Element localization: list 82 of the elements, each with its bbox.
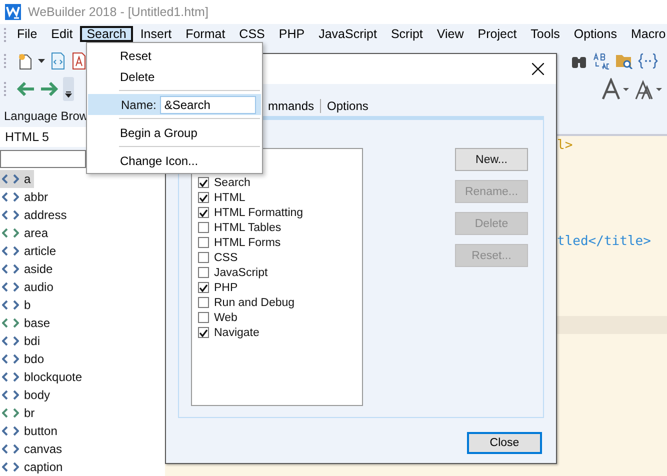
tag-list-item[interactable]: caption	[0, 458, 66, 476]
code-line: l>	[557, 138, 573, 153]
checkbox[interactable]	[198, 237, 209, 248]
checkbox[interactable]	[198, 327, 209, 338]
toolbar-name: PHP	[214, 282, 238, 294]
checkbox[interactable]	[198, 282, 209, 293]
checkbox[interactable]	[198, 192, 209, 203]
toolbar-name: Run and Debug	[214, 296, 295, 308]
menu-item[interactable]: Edit	[44, 26, 80, 42]
menu-item[interactable]: CSS	[232, 26, 272, 42]
menu-item[interactable]: Delete	[87, 66, 262, 87]
dialog-tab[interactable]: Options	[321, 99, 374, 113]
checkbox[interactable]	[198, 252, 209, 263]
back-arrow-icon[interactable]	[17, 82, 35, 96]
toolbar-name: CSS	[214, 252, 238, 264]
checkbox[interactable]	[198, 222, 209, 233]
close-button[interactable]: Close	[467, 432, 542, 454]
tag-list-item[interactable]: address	[0, 206, 70, 224]
tag-list-item[interactable]: bdi	[0, 332, 44, 350]
checkbox[interactable]	[198, 267, 209, 278]
caret-icon[interactable]	[38, 59, 45, 63]
toolbar-name: HTML Formatting	[214, 206, 304, 218]
tag-list-item[interactable]: article	[0, 242, 60, 260]
tag-list-item[interactable]: b	[0, 296, 34, 314]
folder-search-icon[interactable]	[615, 53, 633, 69]
menu-item[interactable]: Search	[80, 26, 134, 42]
menu-item[interactable]: Begin a Group	[87, 122, 262, 143]
tag-list-item[interactable]: a	[0, 170, 34, 188]
tag-list-item[interactable]: audio	[0, 278, 56, 296]
menu-item[interactable]: Format	[178, 26, 232, 42]
dialog-tab[interactable]: mmands	[262, 99, 320, 113]
menu-item[interactable]: View	[430, 26, 471, 42]
close-icon[interactable]	[532, 63, 544, 75]
overflow-icon[interactable]	[63, 77, 74, 101]
window-title: WeBuilder 2018 - [Untitled1.htm]	[28, 5, 208, 19]
tag-list-item[interactable]: blockquote	[0, 368, 86, 386]
toolbar-name: HTML	[214, 192, 246, 204]
replace-icon[interactable]	[592, 52, 610, 70]
menu-item[interactable]: Change Icon...	[87, 150, 262, 171]
menu-item[interactable]: File	[10, 26, 44, 42]
tag-list-item[interactable]: area	[0, 224, 52, 242]
checkbox[interactable]	[198, 297, 209, 308]
tag-list-item[interactable]: bdo	[0, 350, 48, 368]
language-dropdown[interactable]: HTML 5	[0, 127, 86, 147]
toolbar-name: Search	[214, 176, 250, 188]
dialog-button[interactable]: New...	[455, 148, 528, 171]
search-field[interactable]	[0, 150, 86, 168]
checkbox[interactable]	[198, 207, 209, 218]
menu-item[interactable]: Reset	[87, 45, 262, 66]
new-file-icon[interactable]	[17, 52, 33, 70]
tag-list-item[interactable]: base	[0, 314, 54, 332]
menu-item[interactable]: Insert	[133, 26, 179, 42]
toolbar-name: Web	[214, 312, 238, 324]
menu-item[interactable]: JavaScript	[312, 26, 384, 42]
font-shrink-icon[interactable]	[635, 78, 663, 100]
braces-icon[interactable]	[638, 53, 658, 69]
tag-list-item[interactable]: br	[0, 404, 38, 422]
font-grow-icon[interactable]	[602, 78, 630, 100]
tag-list-item[interactable]: canvas	[0, 440, 66, 458]
tag-list-item[interactable]: abbr	[0, 188, 52, 206]
html-file-icon[interactable]	[50, 52, 66, 70]
app-logo-icon	[5, 4, 21, 20]
menu-item[interactable]: Project	[470, 26, 524, 42]
code-line: tled</title>	[557, 234, 651, 249]
menu-item[interactable]: Macro	[624, 26, 667, 42]
name-label: Name:	[121, 98, 156, 112]
menu-item[interactable]: Tools	[524, 26, 567, 42]
tag-list-item[interactable]: aside	[0, 260, 56, 278]
menu-item[interactable]: Options	[566, 26, 624, 42]
toolbar-name: HTML Tables	[214, 222, 282, 234]
toolbar-name: HTML Forms	[214, 236, 281, 248]
menu-item[interactable]: Script	[384, 26, 430, 42]
toolbar-name: JavaScript	[214, 266, 268, 278]
tag-list-item[interactable]: button	[0, 422, 60, 440]
tag-list-item[interactable]: body	[0, 386, 54, 404]
toolbar-name: Navigate	[214, 326, 260, 338]
checkbox[interactable]	[198, 312, 209, 323]
pdf-file-icon[interactable]	[71, 52, 87, 70]
forward-arrow-icon[interactable]	[40, 82, 58, 96]
name-field[interactable]: &Search	[160, 96, 256, 114]
menu-item[interactable]: PHP	[272, 26, 312, 42]
checkbox[interactable]	[198, 177, 209, 188]
